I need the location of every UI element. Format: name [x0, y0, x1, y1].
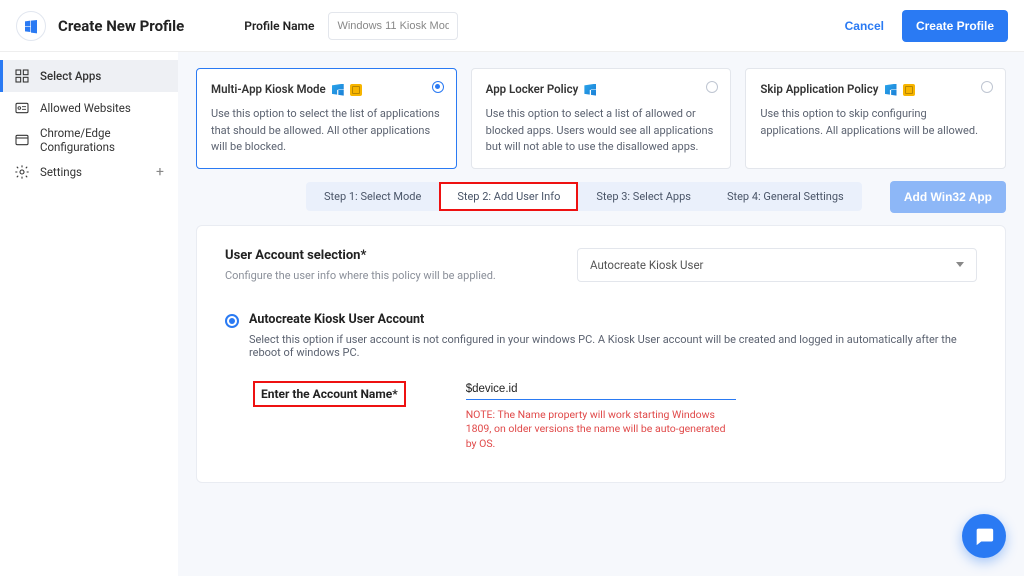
- user-account-select[interactable]: Autocreate Kiosk User: [577, 248, 977, 282]
- option-title: Autocreate Kiosk User Account: [249, 312, 977, 327]
- card-desc: Use this option to skip configuring appl…: [760, 106, 991, 139]
- mode-cards: Multi-App Kiosk Mode Use this option to …: [196, 68, 1006, 169]
- sidebar-item-select-apps[interactable]: Select Apps: [0, 60, 178, 92]
- create-profile-button[interactable]: Create Profile: [902, 10, 1008, 42]
- sidebar-item-label: Chrome/Edge Configurations: [40, 126, 164, 154]
- radio-checked-icon: [225, 314, 239, 328]
- windows-icon: [584, 84, 596, 96]
- card-skip-application[interactable]: Skip Application Policy Use this option …: [745, 68, 1006, 169]
- apps-icon: [14, 68, 30, 84]
- chevron-down-icon: [956, 262, 964, 267]
- cancel-button[interactable]: Cancel: [845, 19, 884, 33]
- option-autocreate[interactable]: Autocreate Kiosk User Account Select thi…: [225, 312, 977, 359]
- section-subtitle: Configure the user info where this polic…: [225, 269, 537, 282]
- browser-icon: [14, 132, 30, 148]
- sidebar-item-label: Allowed Websites: [40, 101, 131, 115]
- radio-icon: [981, 81, 993, 93]
- profile-name-input[interactable]: [328, 12, 458, 40]
- steps: Step 1: Select Mode Step 2: Add User Inf…: [306, 182, 862, 211]
- plus-icon: +: [156, 164, 164, 180]
- sidebar-item-allowed-websites[interactable]: Allowed Websites: [0, 92, 178, 124]
- app-icon: [903, 84, 915, 96]
- chat-icon: [973, 525, 995, 547]
- section-title: User Account selection*: [225, 248, 537, 263]
- gear-icon: [14, 164, 30, 180]
- add-win32-app-button[interactable]: Add Win32 App: [890, 181, 1006, 213]
- step-select-mode[interactable]: Step 1: Select Mode: [306, 182, 439, 211]
- app-icon: [350, 84, 362, 96]
- header: Create New Profile Profile Name Cancel C…: [0, 0, 1024, 52]
- sidebar-item-label: Settings: [40, 165, 82, 179]
- step-select-apps[interactable]: Step 3: Select Apps: [578, 182, 709, 211]
- radio-icon: [432, 81, 444, 93]
- step-general-settings[interactable]: Step 4: General Settings: [709, 182, 862, 211]
- steps-row: Step 1: Select Mode Step 2: Add User Inf…: [196, 181, 1006, 213]
- step-add-user-info[interactable]: Step 2: Add User Info: [439, 182, 578, 211]
- card-title: Multi-App Kiosk Mode: [211, 81, 326, 98]
- account-note: NOTE: The Name property will work starti…: [466, 408, 736, 452]
- card-desc: Use this option to select a list of allo…: [486, 106, 717, 156]
- card-app-locker[interactable]: App Locker Policy Use this option to sel…: [471, 68, 732, 169]
- windows-icon: [23, 18, 39, 34]
- sidebar-item-settings[interactable]: Settings +: [0, 156, 178, 188]
- card-multi-app-kiosk[interactable]: Multi-App Kiosk Mode Use this option to …: [196, 68, 457, 169]
- account-name-row: Enter the Account Name* NOTE: The Name p…: [253, 381, 977, 452]
- logo: [16, 11, 46, 41]
- sidebar-item-chrome-edge[interactable]: Chrome/Edge Configurations: [0, 124, 178, 156]
- globe-icon: [14, 100, 30, 116]
- sidebar-item-label: Select Apps: [40, 69, 101, 83]
- option-desc: Select this option if user account is no…: [249, 333, 977, 359]
- sidebar: Select Apps Allowed Websites Chrome/Edge…: [0, 52, 178, 576]
- main-content: Multi-App Kiosk Mode Use this option to …: [178, 52, 1024, 576]
- page-title: Create New Profile: [58, 17, 184, 35]
- profile-name-label: Profile Name: [244, 19, 314, 33]
- chat-button[interactable]: [962, 514, 1006, 558]
- windows-icon: [885, 84, 897, 96]
- card-title: App Locker Policy: [486, 81, 579, 98]
- card-title: Skip Application Policy: [760, 81, 878, 98]
- select-value: Autocreate Kiosk User: [590, 258, 703, 272]
- radio-icon: [706, 81, 718, 93]
- card-desc: Use this option to select the list of ap…: [211, 106, 442, 156]
- windows-icon: [332, 84, 344, 96]
- account-name-input[interactable]: [466, 381, 736, 400]
- user-account-panel: User Account selection* Configure the us…: [196, 225, 1006, 483]
- account-name-label: Enter the Account Name*: [253, 381, 406, 407]
